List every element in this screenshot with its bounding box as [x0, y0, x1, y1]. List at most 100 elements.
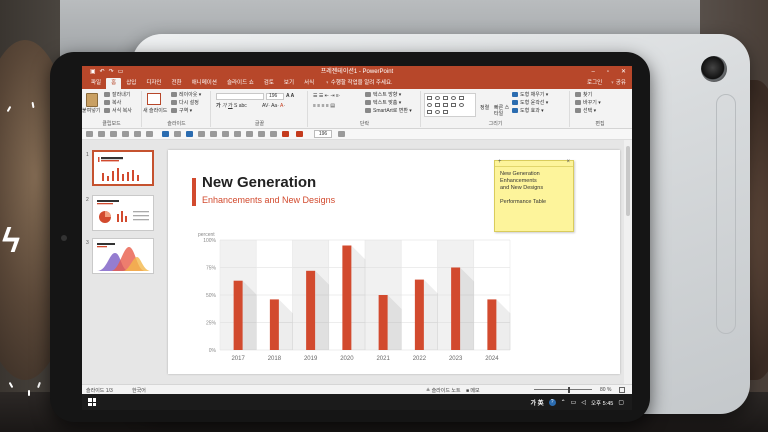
- chart-bar[interactable]: [487, 299, 497, 350]
- list-buttons[interactable]: ☰ ☰ ⇤ ⇥ ≡·: [313, 93, 340, 100]
- toolbar-icon[interactable]: [246, 131, 253, 137]
- section-button[interactable]: 구역 ▾: [171, 108, 192, 115]
- ime-indicator[interactable]: 가 英: [530, 398, 543, 407]
- toolbar-icon[interactable]: [186, 131, 193, 137]
- find-button[interactable]: 찾기: [575, 92, 592, 99]
- shapes-gallery[interactable]: [424, 93, 476, 117]
- sticky-note[interactable]: + × New Generation Enhancements and New …: [494, 159, 574, 232]
- help-icon[interactable]: ?: [548, 399, 556, 406]
- toolbar-size-box[interactable]: 196: [314, 130, 332, 138]
- tab-animations[interactable]: 애니메이션: [187, 78, 222, 89]
- toolbar-icon[interactable]: [282, 131, 289, 137]
- scrollbar-thumb[interactable]: [626, 146, 630, 216]
- arrange-button[interactable]: 정렬: [480, 105, 489, 112]
- tab-transitions[interactable]: 전환: [167, 78, 187, 89]
- slide-subtitle[interactable]: Enhancements and New Designs: [202, 195, 335, 205]
- toolbar-icon[interactable]: [270, 131, 277, 137]
- chart-bar[interactable]: [342, 245, 352, 351]
- chevron-up-icon[interactable]: ⌃: [561, 399, 566, 406]
- zoom-slider[interactable]: [534, 389, 592, 390]
- font-size-box[interactable]: 196: [266, 93, 284, 100]
- tab-format[interactable]: 서식: [299, 78, 319, 89]
- smartart-button[interactable]: SmartArt로 변환 ▾: [365, 108, 412, 115]
- minimize-button[interactable]: –: [591, 66, 594, 78]
- tab-design[interactable]: 디자인: [141, 78, 166, 89]
- login-button[interactable]: 로그인: [587, 78, 602, 89]
- font-style-buttons[interactable]: 가 가 가 S abc: [216, 103, 247, 110]
- toolbar-icon[interactable]: [174, 131, 181, 137]
- share-button[interactable]: ♀ 공유: [610, 78, 626, 89]
- slide-title[interactable]: New Generation: [202, 174, 316, 191]
- toolbar-icon[interactable]: [210, 131, 217, 137]
- toolbar-icon[interactable]: [198, 131, 205, 137]
- tab-home[interactable]: 홈: [106, 78, 122, 89]
- tab-insert[interactable]: 삽입: [121, 78, 141, 89]
- toolbar-icon[interactable]: [338, 131, 345, 137]
- shape-effects-button[interactable]: 도형 효과 ▾: [512, 108, 544, 115]
- slide-1[interactable]: New Generation Enhancements and New Desi…: [168, 150, 620, 374]
- chart-bar[interactable]: [414, 279, 424, 350]
- zoom-slider-knob[interactable]: [568, 387, 570, 393]
- grow-font-button[interactable]: A A: [286, 93, 294, 100]
- new-slide-icon[interactable]: [147, 93, 161, 105]
- close-button[interactable]: ✕: [621, 66, 626, 78]
- toolbar-icon[interactable]: [110, 131, 117, 137]
- tab-slideshow[interactable]: 슬라이드 쇼: [222, 78, 259, 89]
- slide-thumbnail-3[interactable]: [92, 238, 154, 274]
- volume-icon[interactable]: ◁: [581, 399, 586, 406]
- align-text-button[interactable]: 텍스트 맞춤 ▾: [365, 100, 401, 107]
- chart-bar[interactable]: [451, 267, 461, 351]
- chart-bar[interactable]: [233, 280, 243, 350]
- toolbar-icon[interactable]: [258, 131, 265, 137]
- shape-fill-button[interactable]: 도형 채우기 ▾: [512, 92, 548, 99]
- toolbar-icon[interactable]: [222, 131, 229, 137]
- toolbar-icon[interactable]: [146, 131, 153, 137]
- restore-button[interactable]: ▫: [607, 66, 609, 78]
- add-note-icon[interactable]: +: [498, 159, 502, 165]
- chart-bar[interactable]: [269, 299, 279, 350]
- slide-thumbnail-1[interactable]: [92, 150, 154, 186]
- copy-button[interactable]: 복사: [104, 100, 121, 107]
- zoom-level[interactable]: 80 %: [600, 387, 611, 393]
- toolbar-icon[interactable]: [234, 131, 241, 137]
- comments-button[interactable]: ■ 메모: [466, 387, 480, 394]
- select-button[interactable]: 선택 ▾: [575, 108, 596, 115]
- font-color-icon[interactable]: [296, 131, 303, 137]
- chart-bar[interactable]: [306, 270, 316, 350]
- align-buttons[interactable]: ≡ ≡ ≡ ≡ ▤: [313, 103, 335, 110]
- tab-file[interactable]: 파일: [86, 78, 106, 89]
- toolbar-icon[interactable]: [134, 131, 141, 137]
- notes-button[interactable]: ≜ 슬라이드 노트: [426, 387, 461, 394]
- bar-chart[interactable]: 0% 25% 50% 75% 100%percent 2017 2018 2019 2020 20…: [190, 228, 520, 368]
- paste-button[interactable]: 붙여넣기: [82, 108, 100, 115]
- shape-outline-button[interactable]: 도형 윤곽선 ▾: [512, 100, 548, 107]
- text-direction-button[interactable]: 텍스트 방향 ▾: [365, 92, 401, 99]
- cut-button[interactable]: 잘라내기: [104, 92, 130, 99]
- language-indicator[interactable]: 한국어: [132, 387, 146, 394]
- vertical-scrollbar[interactable]: [624, 140, 632, 390]
- taskbar-clock[interactable]: 오후 5:45: [591, 399, 613, 407]
- toolbar-icon[interactable]: [98, 131, 105, 137]
- windows-start-icon[interactable]: [88, 398, 96, 406]
- paste-icon[interactable]: [86, 93, 98, 107]
- tab-view[interactable]: 보기: [279, 78, 299, 89]
- reset-button[interactable]: 다시 설정: [171, 100, 199, 107]
- tell-me-search[interactable]: ♀ 수행할 작업을 알려 주세요.: [325, 78, 392, 89]
- format-painter-button[interactable]: 서식 복사: [104, 108, 132, 115]
- toolbar-icon[interactable]: [122, 131, 129, 137]
- font-name-box[interactable]: [216, 93, 264, 100]
- toolbar-icon[interactable]: [86, 131, 93, 137]
- close-note-icon[interactable]: ×: [566, 159, 570, 165]
- new-slide-button[interactable]: 새 슬라이드: [143, 108, 167, 115]
- notifications-icon[interactable]: ▢: [618, 399, 624, 406]
- layout-button[interactable]: 레이아웃 ▾: [171, 92, 201, 99]
- undo-icon[interactable]: [162, 131, 169, 137]
- tab-review[interactable]: 검토: [259, 78, 279, 89]
- network-icon[interactable]: ▭: [571, 399, 577, 406]
- font-color-buttons[interactable]: AV· Aa· A·: [262, 103, 285, 110]
- chart-bar[interactable]: [378, 295, 388, 350]
- quick-styles-button[interactable]: 빠른 스타일: [494, 105, 510, 117]
- fit-to-window-icon[interactable]: [619, 387, 625, 393]
- replace-button[interactable]: 바꾸기 ▾: [575, 100, 601, 107]
- slide-thumbnail-2[interactable]: [92, 195, 154, 231]
